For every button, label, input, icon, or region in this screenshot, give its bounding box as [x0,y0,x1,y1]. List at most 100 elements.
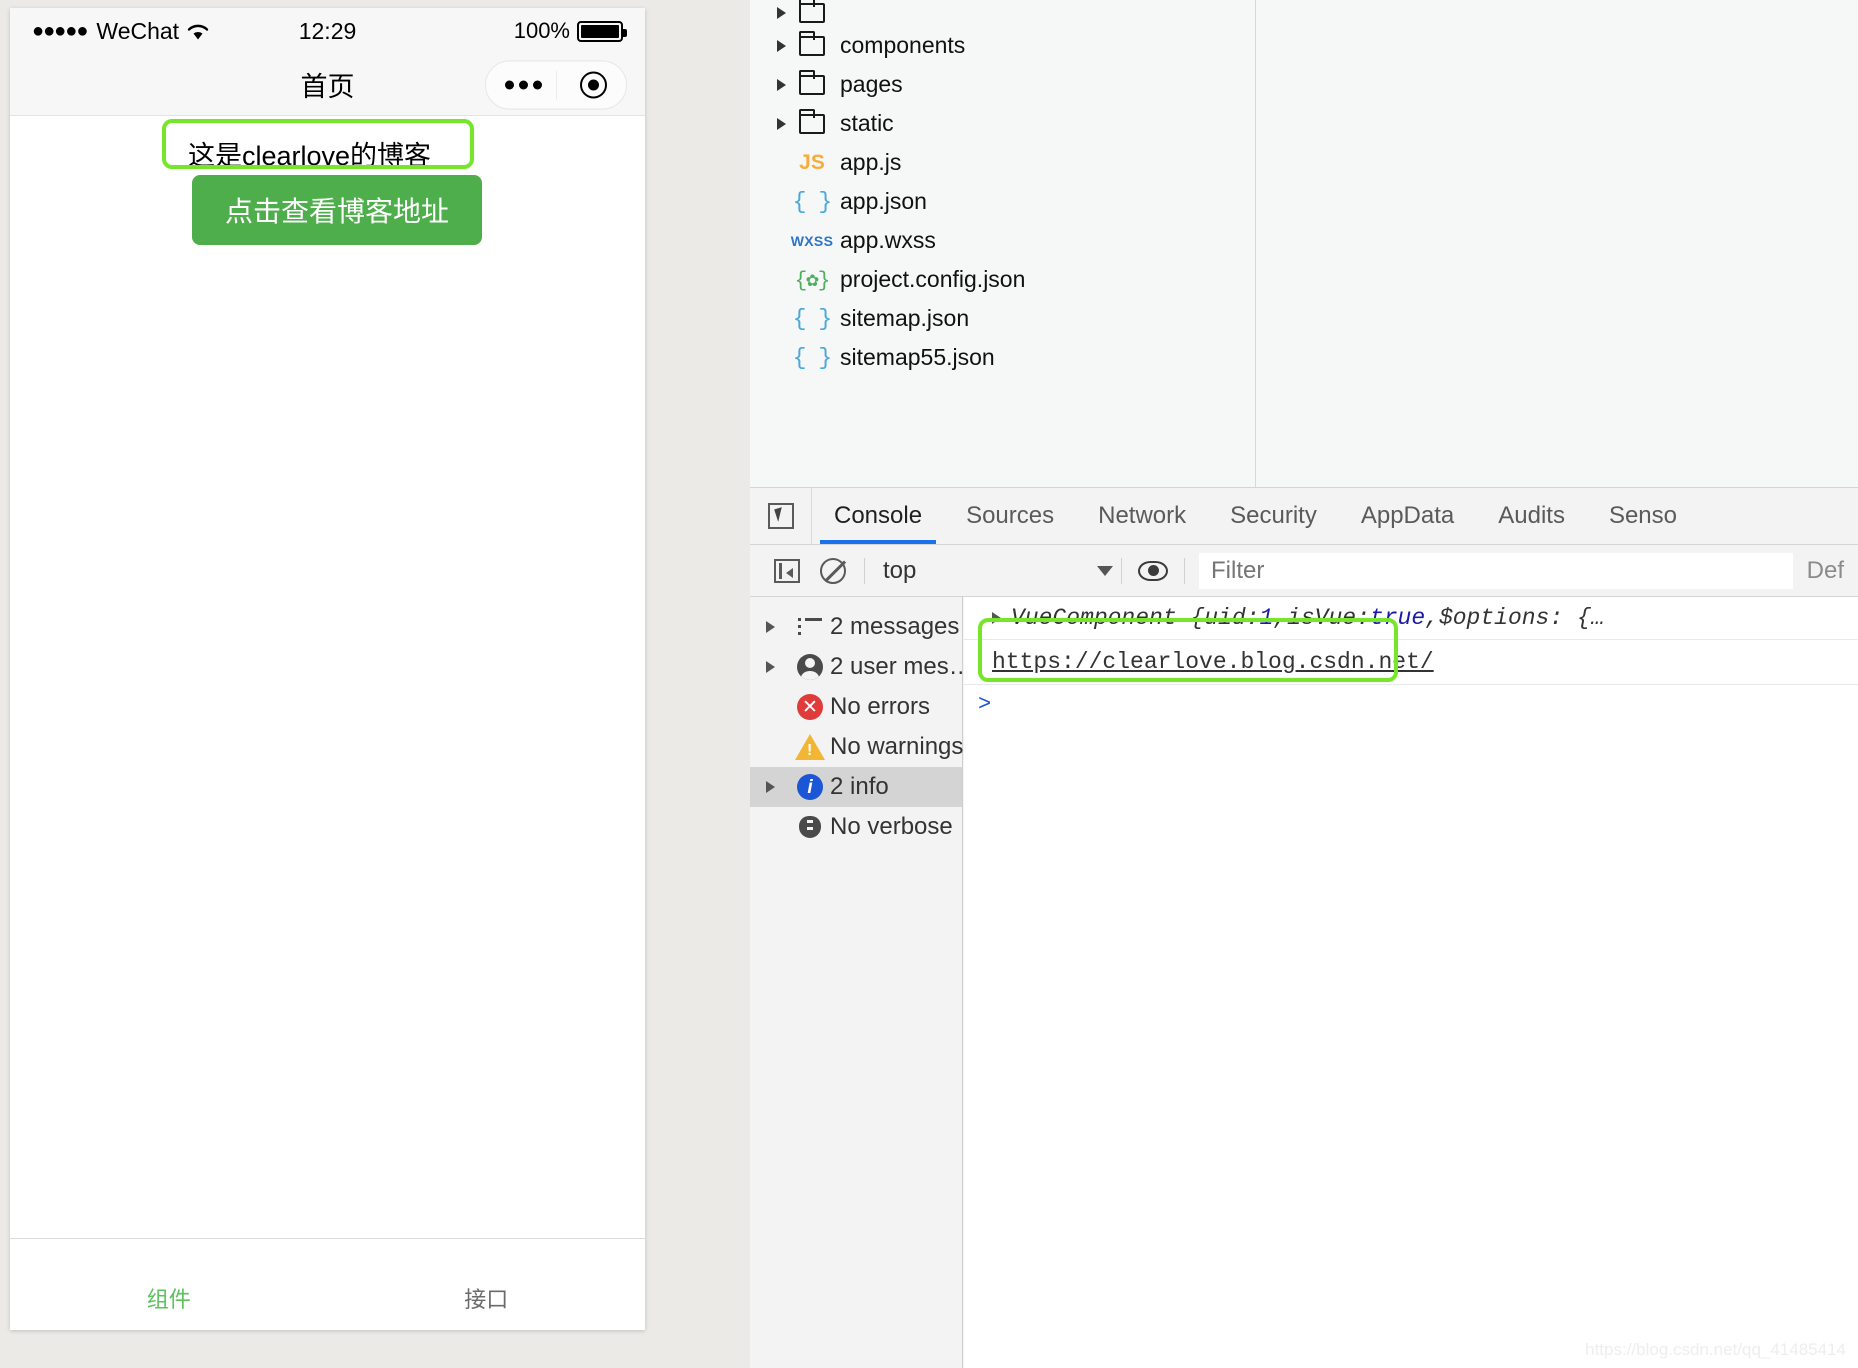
chevron-right-icon[interactable] [770,117,792,130]
devtools-tab-bar: Console Sources Network Security AppData… [750,487,1858,545]
tab-network[interactable]: Network [1076,488,1208,544]
sidebar-item-warnings[interactable]: No warnings [750,727,964,767]
screen-root: ●●●●● WeChat 12:29 100% 首页 这是clearlove的博… [0,0,1858,1368]
sidebar-toggle-icon[interactable] [764,558,810,583]
view-blog-address-button[interactable]: 点击查看博客地址 [192,175,482,245]
console-output: VueComponent { uid: 1, isVue: true, $opt… [964,597,1858,1368]
chevron-right-icon[interactable] [770,78,792,91]
json-icon: { } [792,305,832,332]
file-tree-item-app-wxss[interactable]: WXSS app.wxss [750,221,1255,260]
toolbar-divider [1121,557,1122,584]
sidebar-item-label: No errors [830,693,931,720]
console-prompt-row[interactable]: > [964,685,1858,723]
file-tree-item-label: static [840,110,894,136]
execution-context-value: top [883,556,917,584]
object-separator: , [1425,605,1439,631]
prompt-caret-icon: > [978,691,992,717]
devtools-pane: components pages static JS app.js {} ap… [750,0,1858,1368]
file-tree-item-label: components [840,32,966,58]
log-levels-select[interactable]: Def [1793,557,1858,585]
list-icon [790,618,830,636]
phone-nav-bar: 首页 [10,54,645,116]
config-json-icon: {✿} [794,269,831,293]
file-tree-item-label: sitemap.json [840,305,970,331]
file-tree-item-app-js[interactable]: JS app.js [750,143,1255,182]
file-tree-item-components[interactable]: components [750,26,1255,65]
file-tree-item-sitemap-json[interactable]: { } sitemap.json [750,299,1255,338]
tab-audits[interactable]: Audits [1476,488,1587,544]
chevron-right-icon[interactable] [766,621,790,633]
chevron-right-icon[interactable] [770,39,792,52]
wifi-icon [186,22,210,41]
user-icon [790,654,830,680]
live-expression-eye-icon[interactable] [1130,560,1176,581]
sidebar-item-verbose[interactable]: No verbose [750,807,962,847]
execution-context-select[interactable]: top [873,557,1113,585]
file-tree-item-static[interactable]: static [750,104,1255,143]
inspect-element-icon[interactable] [750,488,812,544]
object-value-uid: 1 [1259,605,1274,631]
file-tree-item-label: app.js [840,149,902,175]
phone-tabbar: 组件 接口 [10,1238,645,1330]
console-log-object[interactable]: VueComponent { uid: 1, isVue: true, $opt… [964,597,1858,640]
capsule-divider [556,70,557,99]
sidebar-item-errors[interactable]: ✕ No errors [750,687,962,727]
object-value-isvue: true [1369,605,1426,631]
sidebar-item-label: No warnings [830,733,964,760]
tab-console[interactable]: Console [812,488,944,544]
target-circle-icon[interactable] [580,71,607,98]
sidebar-item-messages[interactable]: 2 messages [750,607,962,647]
tab-security[interactable]: Security [1208,488,1339,544]
sidebar-item-info[interactable]: i 2 info [750,767,962,807]
object-key-options: $options: {… [1438,605,1605,631]
wechat-capsule-button[interactable] [485,60,627,109]
tabbar-item-components[interactable]: 组件 [10,1282,328,1330]
folder-icon [792,30,832,56]
console-blog-link[interactable]: https://clearlove.blog.csdn.net/ [992,649,1434,675]
file-tree-item-label: project.config.json [840,266,1026,292]
file-explorer-area: components pages static JS app.js {} ap… [750,0,1858,487]
warning-icon [790,734,830,760]
phone-status-bar: ●●●●● WeChat 12:29 100% [10,8,645,54]
wxss-icon: WXSS [790,232,834,249]
toolbar-divider [1184,557,1185,584]
filter-input[interactable] [1199,552,1793,589]
sidebar-item-label: 2 info [830,773,889,800]
sidebar-item-user-messages[interactable]: 2 user mes… [750,647,973,687]
chevron-right-icon[interactable] [770,7,792,19]
miniprogram-page-body: 这是clearlove的博客 点击查看博客地址 [10,116,645,1176]
chevron-right-icon[interactable] [766,661,790,673]
file-tree-item-pages[interactable]: pages [750,65,1255,104]
tabbar-item-api[interactable]: 接口 [328,1282,646,1330]
editor-empty-area [1256,0,1858,487]
sidebar-item-label: 2 user mes… [830,653,973,680]
file-tree-item-sitemap55-json[interactable]: { } sitemap55.json [750,338,1255,377]
js-icon: JS [799,150,825,174]
battery-percent-label: 100% [513,18,570,43]
folder-icon [792,69,832,95]
chevron-right-icon[interactable] [766,781,790,793]
tab-sources[interactable]: Sources [944,488,1076,544]
carrier-label: WeChat [96,17,180,44]
file-tree-item-app-json[interactable]: { } app.json [750,182,1255,221]
console-log-link-row: https://clearlove.blog.csdn.net/ [964,640,1858,685]
expand-triangle-icon[interactable] [992,612,1001,624]
object-preview-prefix: VueComponent { [1011,605,1205,631]
file-tree-item-label: app.wxss [840,227,936,253]
file-tree-item-partial[interactable] [750,0,1255,26]
page-title: 首页 [300,72,355,102]
clear-console-icon[interactable] [810,557,856,584]
chevron-down-icon[interactable] [1097,565,1113,576]
sidebar-item-label: 2 messages [830,613,960,640]
file-tree-item-label: sitemap55.json [840,344,995,370]
error-icon: ✕ [790,694,830,720]
file-tree: components pages static JS app.js {} ap… [750,0,1256,487]
sidebar-item-label: No verbose [830,813,953,840]
tab-sensors[interactable]: Senso [1587,488,1699,544]
json-icon: { } [792,344,832,371]
more-dots-icon[interactable] [505,80,542,89]
watermark-text: https://blog.csdn.net/qq_41485414 [1585,1340,1846,1359]
file-tree-item-project-config-json[interactable]: {✿} project.config.json [750,260,1255,299]
tab-appdata[interactable]: AppData [1339,488,1476,544]
object-key-isvue: isVue: [1287,605,1370,631]
